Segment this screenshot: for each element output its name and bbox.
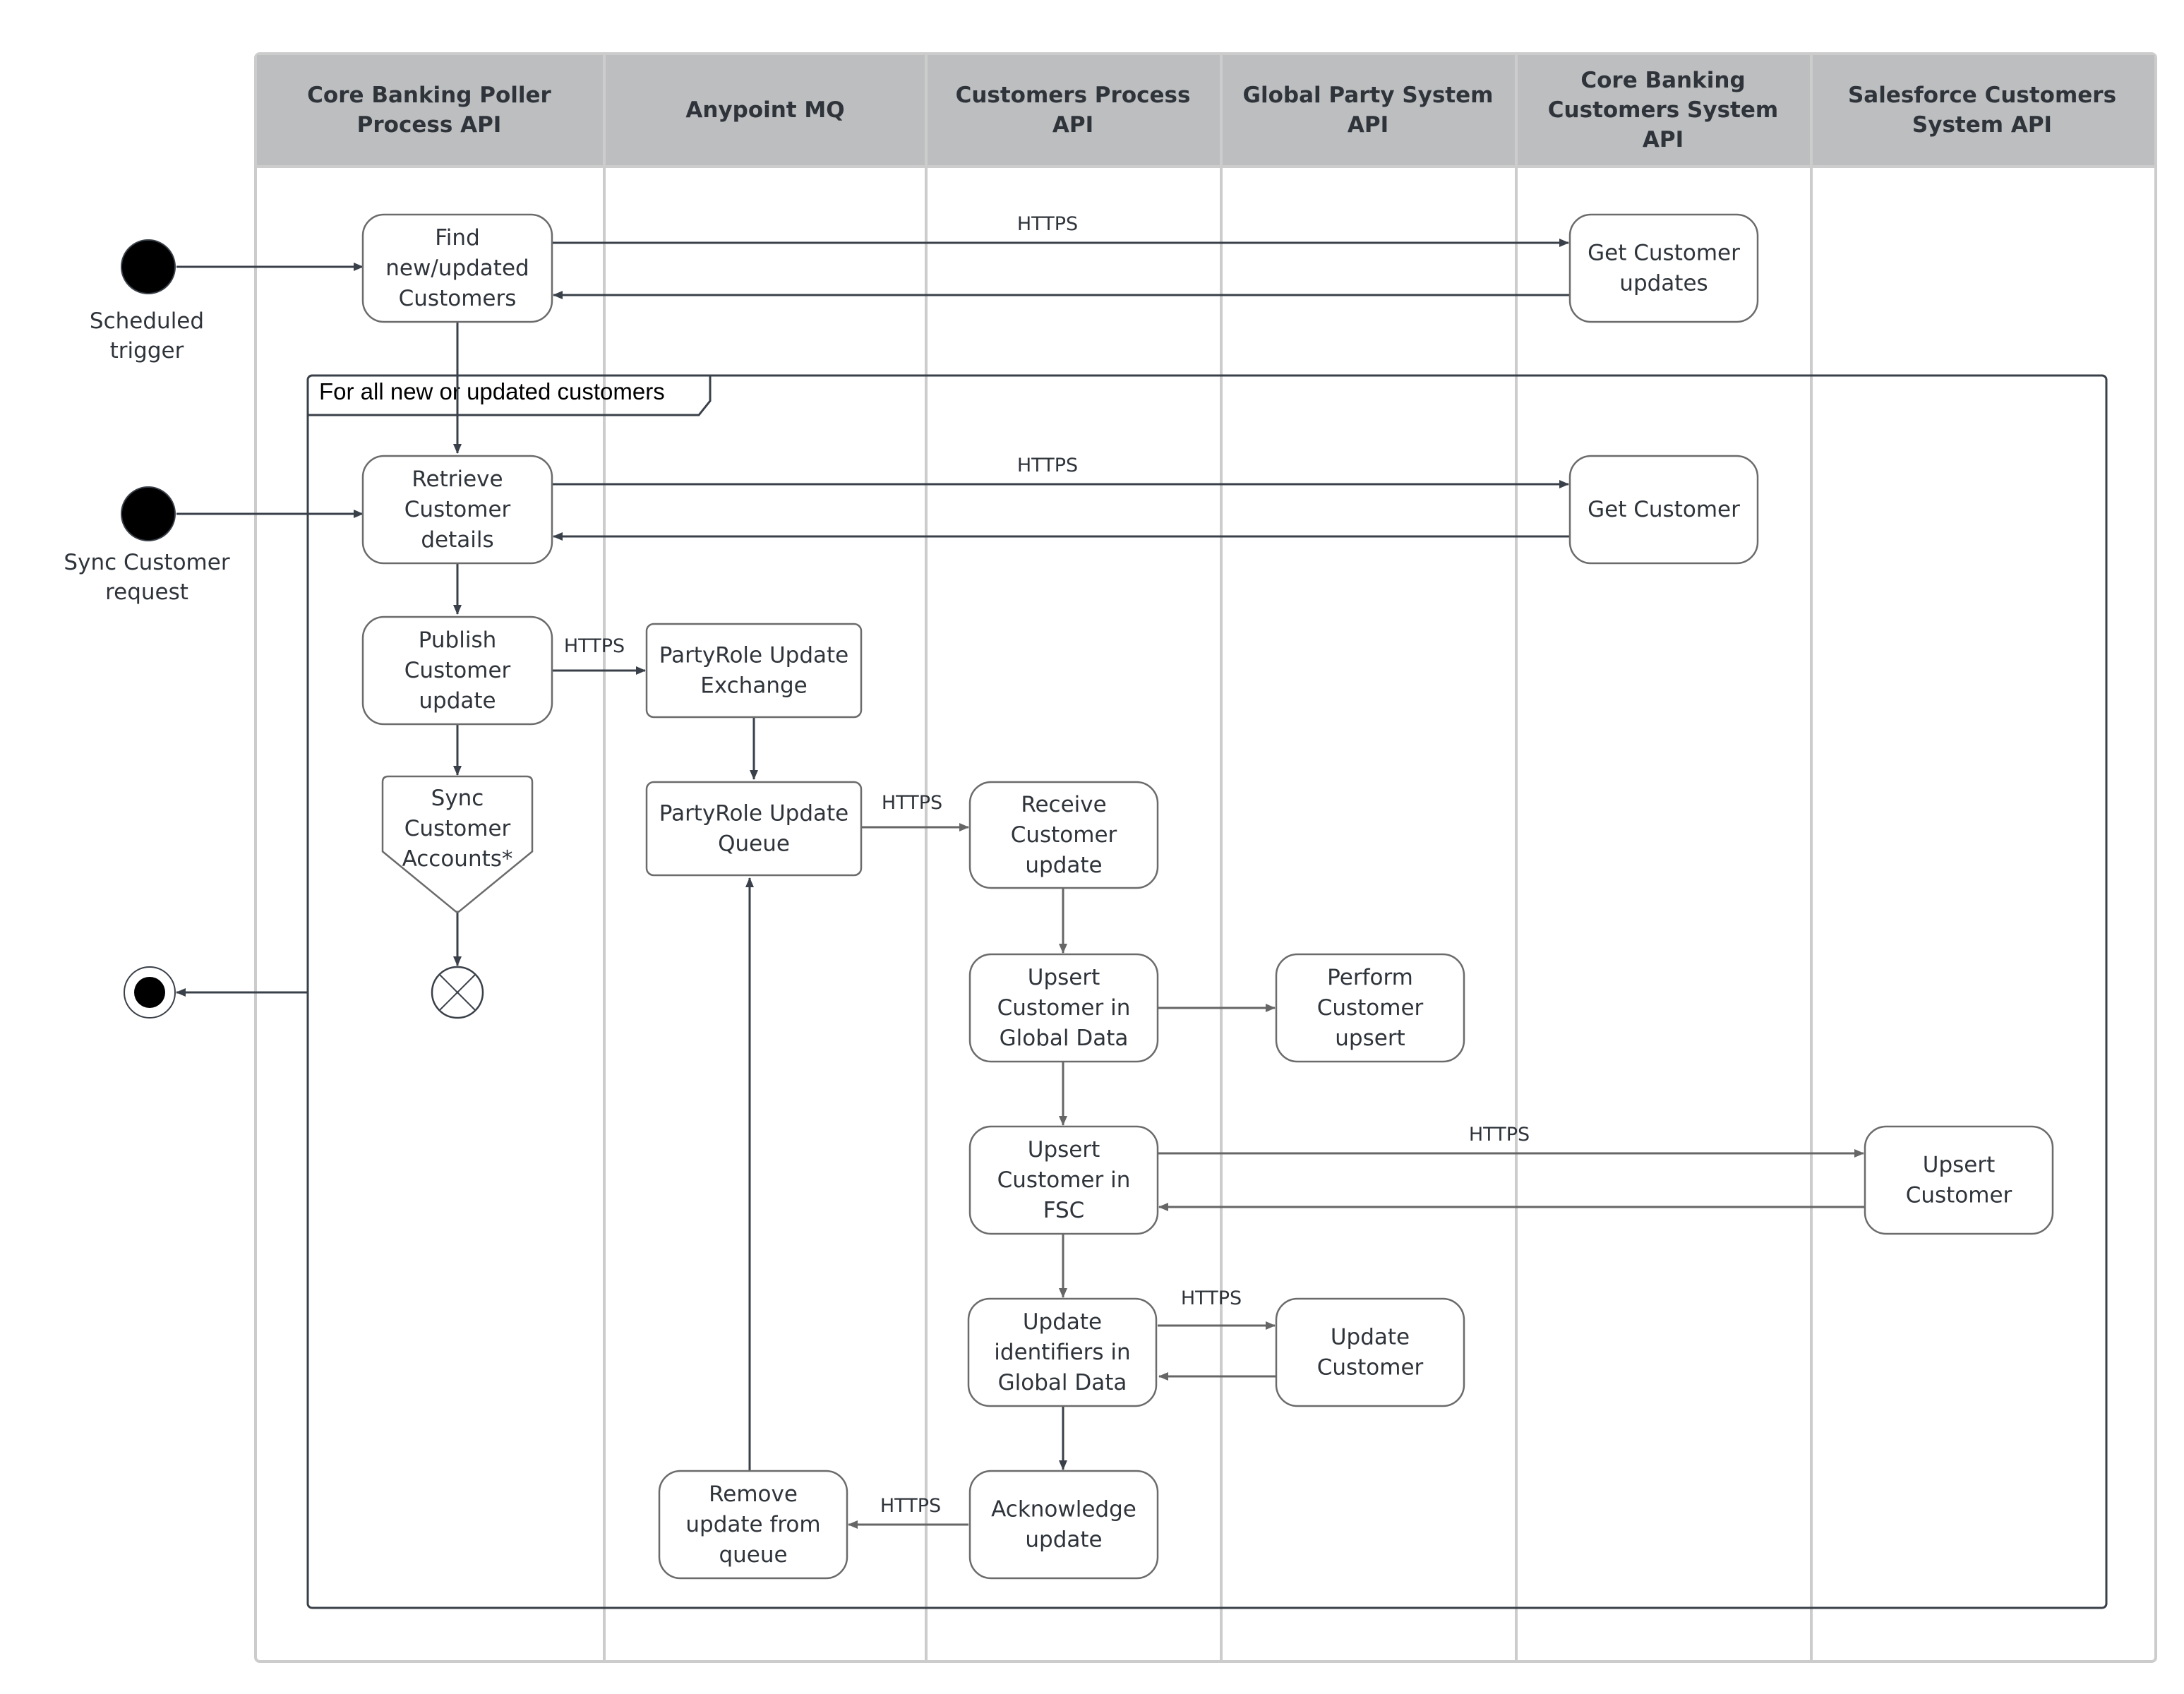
edge-label-https: HTTPS (880, 1495, 941, 1517)
lane-header-mq: Anypoint MQ (685, 97, 844, 123)
loop-frame-title: For all new or updated customers (319, 378, 665, 404)
edge-label-https: HTTPS (882, 792, 942, 814)
lane-title: Anypoint MQ (685, 97, 844, 123)
lane-title: Core Banking Poller (307, 83, 551, 108)
action-node-label: Exchange (700, 673, 807, 699)
lane-title: Process API (357, 112, 502, 138)
action-node-queue[interactable]: PartyRole Update Queue (645, 781, 863, 877)
action-node-publish[interactable]: Publish Customer update (361, 615, 553, 726)
lane-title: System API (1912, 112, 2052, 138)
action-node-label: Customer in (997, 995, 1131, 1021)
action-node-upsert-customer[interactable]: Upsert Customer (1864, 1125, 2054, 1235)
action-node-get-updates[interactable]: Get Customer updates (1568, 213, 1759, 323)
edge-label-https: HTTPS (1017, 455, 1078, 476)
action-node-label: Receive (1021, 792, 1106, 817)
action-node-receive[interactable]: Receive Customer update (968, 781, 1159, 889)
action-node-label: Retrieve (412, 467, 503, 492)
action-node-update-ids[interactable]: Update identifiers in Global Data (967, 1297, 1158, 1407)
action-node-label: FSC (1043, 1198, 1085, 1223)
action-node-label: Remove (709, 1482, 798, 1507)
action-node-label: update (419, 688, 496, 714)
action-node-label: update (1025, 1527, 1102, 1553)
action-node-label: Customer (1317, 1355, 1424, 1381)
action-node-upsert-fsc[interactable]: Upsert Customer in FSC (968, 1125, 1159, 1235)
action-node-label: Customer (404, 816, 511, 841)
action-node-label: Sync (431, 786, 484, 811)
action-node-label: new/updated (385, 256, 529, 281)
action-node-label: Get Customer (1588, 497, 1740, 522)
action-node-label: Queue (718, 831, 790, 857)
action-node-retrieve[interactable]: Retrieve Customer details (361, 455, 553, 565)
lane-title: API (1643, 127, 1684, 152)
lane-title: Global Party System (1243, 83, 1494, 108)
action-node-label: Acknowledge (991, 1497, 1136, 1522)
action-node-find[interactable]: Find new/updated Customers (361, 213, 553, 323)
action-node-label: details (421, 527, 493, 553)
lane-title: Customers System (1548, 97, 1778, 123)
action-node-label: Customer in (997, 1167, 1131, 1193)
action-node-label: PartyRole Update (659, 801, 848, 827)
action-node-label: Upsert (1028, 1137, 1100, 1163)
action-node-label: identifiers in (994, 1340, 1130, 1365)
action-node-label: queue (719, 1542, 787, 1568)
action-node-get-customer[interactable]: Get Customer (1568, 455, 1759, 565)
action-node-label: Accounts* (402, 846, 513, 872)
action-node-update-customer[interactable]: Update Customer (1275, 1297, 1465, 1407)
action-node-acknowledge[interactable]: Acknowledge update (968, 1470, 1159, 1580)
action-node-label: Customer (404, 497, 511, 522)
action-node-label: Customer (404, 658, 511, 683)
action-node-remove[interactable]: Remove update from queue (658, 1470, 848, 1580)
action-node-label: Customer (1011, 822, 1117, 848)
start-label-text: Sync Customer (64, 550, 229, 575)
action-node-upsert-global[interactable]: Upsert Customer in Global Data (968, 953, 1159, 1063)
action-node-label: PartyRole Update (659, 643, 848, 668)
lane-title: Core Banking (1580, 68, 1745, 93)
action-node-exchange[interactable]: PartyRole Update Exchange (645, 623, 863, 719)
action-node-label: update from (685, 1512, 820, 1537)
lane-title: API (1052, 112, 1093, 138)
edge-label-https: HTTPS (1181, 1287, 1242, 1309)
action-node-label: Get Customer (1588, 241, 1740, 266)
initial-node-sync-customer-request (121, 486, 176, 541)
start-label-text: request (105, 579, 188, 605)
edge-label-https: HTTPS (1017, 213, 1078, 235)
scheduled-trigger-label: Scheduled trigger (90, 308, 204, 364)
action-node-label: upsert (1335, 1026, 1405, 1051)
action-node-label: Customer (1317, 995, 1424, 1021)
action-node-label: Update (1331, 1325, 1410, 1350)
initial-node-scheduled-trigger (121, 239, 176, 294)
lane-title: API (1348, 112, 1388, 138)
action-node-label: update (1025, 853, 1102, 878)
flow-final-node (431, 966, 484, 1019)
action-node-label: Global Data (998, 1370, 1127, 1395)
action-node-label: Upsert (1923, 1153, 1996, 1178)
action-node-perform-upsert[interactable]: Perform Customer upsert (1275, 953, 1465, 1063)
start-label-text: Scheduled (90, 308, 204, 334)
start-label-text: trigger (110, 338, 184, 364)
sync-customer-request-label: Sync Customer request (64, 550, 229, 605)
action-node-label: updates (1619, 271, 1708, 296)
activity-diagram: Core Banking Poller Process API Anypoint M… (64, 52, 2157, 1663)
action-node-label: Publish (419, 627, 497, 653)
activity-final-node (124, 966, 176, 1019)
lane-title: Customers Process (956, 83, 1191, 108)
edge-label-https: HTTPS (564, 635, 625, 657)
edge-label-https: HTTPS (1469, 1124, 1530, 1146)
action-node-label: Upsert (1028, 965, 1100, 990)
action-node-label: Update (1023, 1309, 1102, 1335)
action-node-label: Find (435, 225, 480, 251)
action-node-label: Customer (1906, 1183, 2012, 1208)
action-node-label: Customers (399, 286, 517, 311)
lane-title: Salesforce Customers (1848, 83, 2116, 108)
action-node-label: Perform (1327, 965, 1413, 990)
action-node-label: Global Data (1000, 1026, 1129, 1051)
